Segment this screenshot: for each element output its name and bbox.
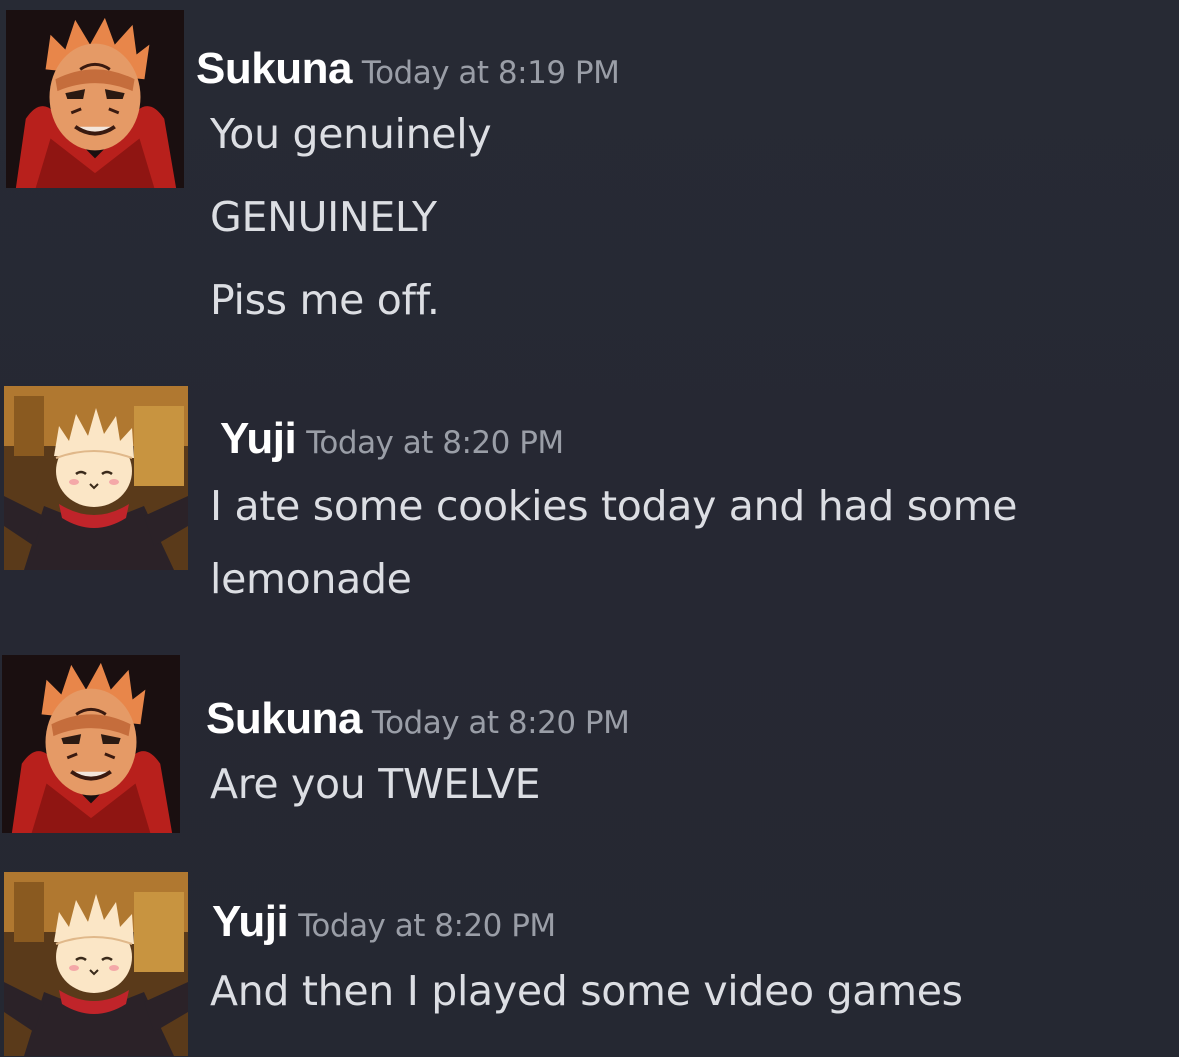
sukuna-avatar[interactable] [6, 10, 184, 188]
yuji-avatar[interactable] [4, 386, 188, 570]
message-text: lemonade [210, 555, 412, 603]
chat-log: Sukuna Today at 8:19 PM You genuinely GE… [0, 0, 1179, 1057]
yuji-avatar-image [4, 872, 188, 1056]
username[interactable]: Yuji [220, 414, 297, 464]
timestamp: Today at 8:20 PM [371, 705, 630, 741]
message-header: Sukuna Today at 8:19 PM [196, 44, 620, 94]
timestamp: Today at 8:20 PM [298, 908, 556, 944]
message-header: Yuji Today at 8:20 PM [220, 414, 564, 464]
username[interactable]: Sukuna [206, 694, 362, 744]
message-text: I ate some cookies today and had some [210, 482, 1018, 530]
sukuna-avatar-image [2, 655, 180, 833]
username[interactable]: Sukuna [196, 44, 352, 94]
yuji-avatar[interactable] [4, 872, 188, 1056]
message-text: GENUINELY [210, 193, 437, 241]
sukuna-avatar[interactable] [2, 655, 180, 833]
message-text: You genuinely [210, 110, 492, 158]
yuji-avatar-image [4, 386, 188, 570]
message-header: Sukuna Today at 8:20 PM [206, 694, 630, 744]
message-text: And then I played some video games [210, 967, 963, 1015]
username[interactable]: Yuji [212, 897, 289, 947]
timestamp: Today at 8:19 PM [361, 55, 620, 91]
message-text: Are you TWELVE [210, 760, 541, 808]
timestamp: Today at 8:20 PM [306, 425, 564, 461]
message-text: Piss me off. [210, 276, 440, 324]
sukuna-avatar-image [6, 10, 184, 188]
message-header: Yuji Today at 8:20 PM [212, 897, 556, 947]
